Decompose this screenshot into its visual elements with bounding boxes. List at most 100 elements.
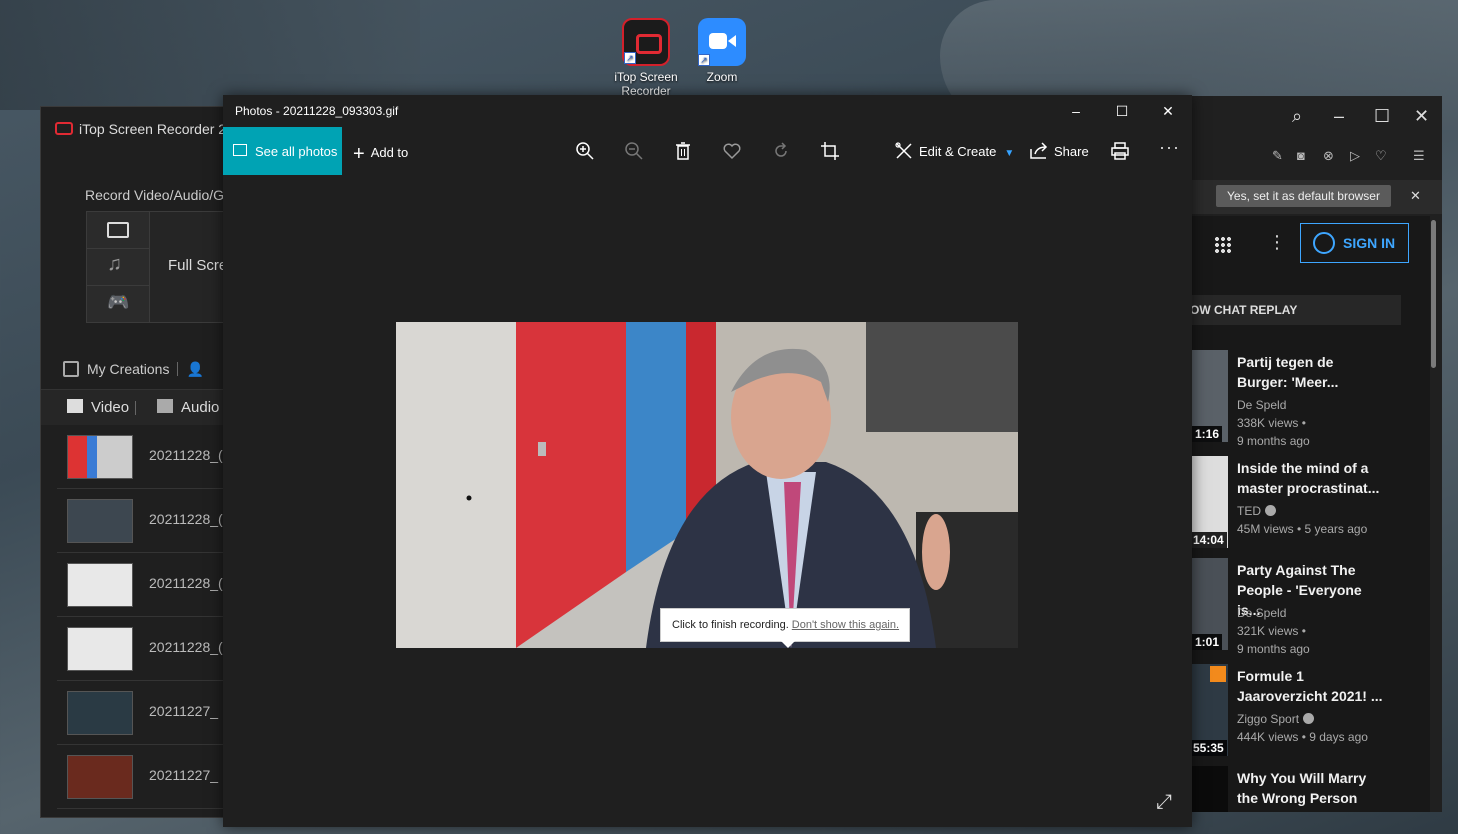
tab-audio[interactable]: Audio bbox=[157, 399, 219, 416]
verified-icon bbox=[1265, 505, 1276, 516]
video-thumbnail bbox=[67, 627, 133, 671]
crop-icon[interactable] bbox=[818, 139, 842, 163]
full-screen-option[interactable]: Full Scre bbox=[168, 257, 227, 274]
desktop-icon-label: iTop Screen Recorder bbox=[614, 70, 678, 98]
list-item[interactable]: 20211228_( bbox=[57, 619, 241, 681]
browser-toolbar: ✎ ◙ ⊗ ▷ ♡ ☰ bbox=[1180, 142, 1442, 172]
video-duration: 14:04 bbox=[1190, 532, 1227, 548]
default-browser-bar: Yes, set it as default browser ✕ bbox=[1180, 180, 1442, 214]
see-all-photos-button[interactable]: See all photos bbox=[223, 127, 342, 175]
plus-icon: + bbox=[353, 143, 365, 165]
photos-window: Photos - 20211228_093303.gif – ☐ ✕ See a… bbox=[223, 95, 1192, 827]
my-creations-tab[interactable]: My Creations 👤 bbox=[63, 361, 204, 378]
dont-show-again-link[interactable]: Don't show this again. bbox=[792, 619, 899, 631]
mode-selector: ♫ 🎮 bbox=[86, 211, 150, 323]
video-meta: De Speld 338K views • 9 months ago bbox=[1237, 398, 1310, 448]
image-icon bbox=[233, 144, 247, 156]
list-item[interactable]: 20211228_( bbox=[57, 491, 241, 553]
video-item[interactable]: 1:16 Partij tegen de Burger: 'Meer... De… bbox=[1180, 350, 1420, 448]
video-item[interactable]: 1:01 Party Against The People - 'Everyon… bbox=[1180, 558, 1420, 656]
record-mode-heading: Record Video/Audio/G bbox=[85, 187, 225, 203]
maximize-button[interactable]: ☐ bbox=[1099, 95, 1145, 127]
full-screen-expand-icon[interactable]: ⤢ bbox=[1156, 791, 1172, 814]
creations-icon bbox=[63, 361, 79, 377]
sign-in-button[interactable]: SIGN IN bbox=[1300, 223, 1409, 263]
video-duration: 55:35 bbox=[1190, 740, 1227, 756]
rotate-icon[interactable] bbox=[769, 139, 793, 163]
edit-icon[interactable]: ✎ bbox=[1272, 148, 1283, 164]
zoom-out-icon[interactable] bbox=[622, 139, 646, 163]
video-thumbnail bbox=[1190, 766, 1228, 812]
image-content bbox=[396, 322, 1018, 648]
media-tabs: Video Audio bbox=[41, 389, 241, 425]
menu-icon[interactable]: ☰ bbox=[1413, 148, 1425, 164]
video-thumbnail bbox=[67, 755, 133, 799]
send-icon[interactable]: ▷ bbox=[1350, 148, 1360, 164]
mode-screen[interactable] bbox=[87, 212, 149, 249]
video-thumbnail bbox=[67, 563, 133, 607]
set-default-browser-button[interactable]: Yes, set it as default browser bbox=[1216, 185, 1391, 207]
video-thumbnail bbox=[67, 691, 133, 735]
add-to-button[interactable]: + Add to bbox=[353, 143, 408, 166]
more-options-icon[interactable]: ⋮ bbox=[1268, 232, 1286, 253]
video-title[interactable]: Partij tegen de Burger: 'Meer... bbox=[1237, 352, 1387, 392]
chevron-down-icon: ▼ bbox=[1004, 148, 1015, 159]
favorite-heart-icon[interactable] bbox=[720, 139, 744, 163]
close-icon[interactable]: ✕ bbox=[1410, 188, 1421, 204]
tooltip-pointer bbox=[781, 641, 795, 648]
list-item[interactable]: 20211227_ bbox=[57, 747, 241, 809]
video-item[interactable]: 14:04 Inside the mind of a master procra… bbox=[1180, 456, 1420, 552]
mode-audio[interactable]: ♫ bbox=[87, 249, 149, 286]
list-item[interactable]: 20211228_( bbox=[57, 555, 241, 617]
desktop-icon-zoom[interactable]: ↗ Zoom bbox=[687, 18, 757, 84]
more-options-icon[interactable]: ··· bbox=[1159, 137, 1180, 158]
video-item[interactable]: Why You Will Marry the Wrong Person bbox=[1180, 766, 1420, 834]
share-icon[interactable] bbox=[1027, 139, 1051, 163]
list-item[interactable]: 20211227_ bbox=[57, 683, 241, 745]
minimize-button[interactable]: – bbox=[1334, 106, 1344, 127]
ziggo-logo-icon bbox=[1210, 666, 1226, 682]
search-icon[interactable]: ⌕ bbox=[1292, 106, 1302, 127]
apps-grid-icon[interactable] bbox=[1214, 236, 1232, 254]
minimize-button[interactable]: – bbox=[1053, 95, 1099, 127]
edit-create-button[interactable]: Edit & Create ▼ bbox=[919, 144, 1014, 159]
video-title[interactable]: Inside the mind of a master procrastinat… bbox=[1237, 458, 1387, 498]
photos-toolbar: See all photos + Add to Edit & Create ▼ Sh… bbox=[223, 127, 1192, 175]
video-item[interactable]: 55:35 Formule 1 Jaaroverzicht 2021! ... … bbox=[1180, 664, 1420, 760]
file-name: 20211228_( bbox=[149, 511, 223, 527]
close-button[interactable]: ✕ bbox=[1145, 95, 1191, 127]
file-name: 20211228_( bbox=[149, 447, 223, 463]
heart-icon[interactable]: ♡ bbox=[1375, 148, 1387, 164]
file-name: 20211227_ bbox=[149, 703, 219, 719]
video-title[interactable]: Why You Will Marry the Wrong Person bbox=[1237, 768, 1387, 808]
camera-icon[interactable]: ◙ bbox=[1297, 148, 1305, 163]
video-duration: 1:16 bbox=[1192, 426, 1223, 442]
file-name: 20211228_( bbox=[149, 575, 223, 591]
film-icon bbox=[67, 399, 83, 413]
tab-video[interactable]: Video bbox=[67, 399, 129, 416]
share-button[interactable]: Share bbox=[1054, 144, 1089, 159]
desktop-icon-itop[interactable]: ↗ iTop Screen Recorder bbox=[611, 18, 681, 98]
file-name: 20211227_ bbox=[149, 767, 219, 783]
zoom-icon: ↗ bbox=[698, 18, 746, 66]
displayed-image bbox=[396, 322, 1018, 648]
show-chat-replay-button[interactable]: OW CHAT REPLAY bbox=[1180, 295, 1401, 325]
maximize-button[interactable]: ☐ bbox=[1374, 106, 1390, 127]
scrollbar[interactable] bbox=[1431, 220, 1436, 368]
video-meta: TED 45M views • 5 years ago bbox=[1237, 504, 1368, 536]
recording-tooltip[interactable]: Click to finish recording. Don't show thi… bbox=[660, 608, 911, 642]
print-icon[interactable] bbox=[1108, 139, 1132, 163]
edit-create-icon[interactable] bbox=[892, 139, 916, 163]
mode-game[interactable]: 🎮 bbox=[87, 286, 149, 323]
user-icon[interactable]: 👤 bbox=[186, 361, 203, 377]
desktop-wallpaper-shape bbox=[0, 0, 420, 110]
file-name: 20211228_( bbox=[149, 639, 223, 655]
close-button[interactable]: ✕ bbox=[1414, 106, 1429, 127]
block-icon[interactable]: ⊗ bbox=[1323, 148, 1334, 164]
account-icon bbox=[1313, 232, 1335, 254]
zoom-in-icon[interactable] bbox=[573, 139, 597, 163]
video-duration: 1:01 bbox=[1192, 634, 1223, 650]
delete-icon[interactable] bbox=[671, 139, 695, 163]
video-title[interactable]: Formule 1 Jaaroverzicht 2021! ... bbox=[1237, 666, 1387, 706]
list-item[interactable]: 20211228_( bbox=[57, 427, 241, 489]
